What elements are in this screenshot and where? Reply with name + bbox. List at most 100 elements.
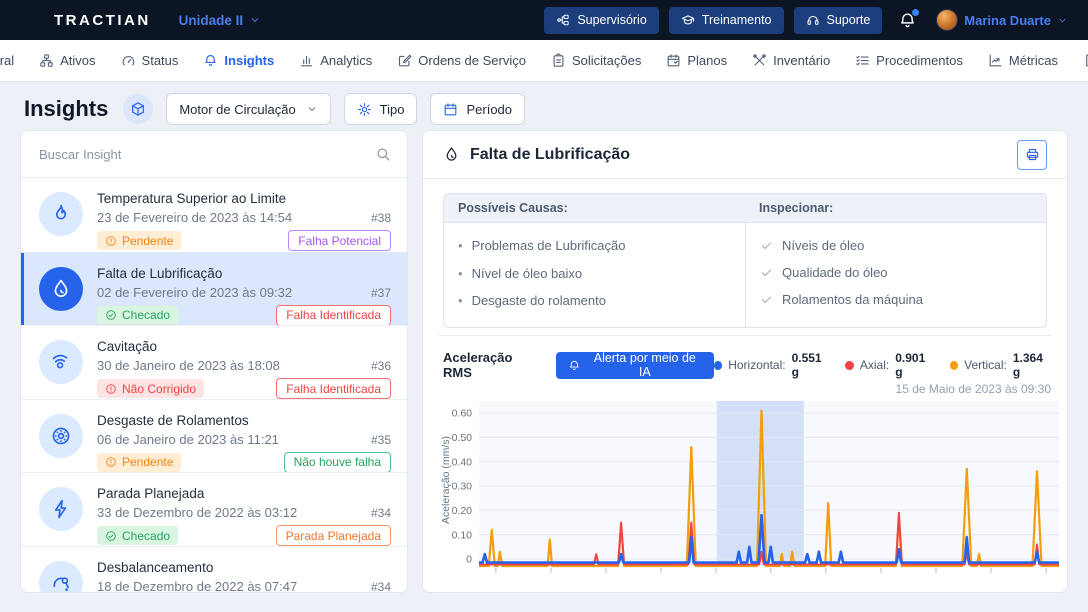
insight-type-icon <box>39 340 83 384</box>
insight-result-badge: Falha Identificada <box>276 378 391 399</box>
treinamento-button[interactable]: Treinamento <box>669 7 784 34</box>
status-label: Pendente <box>122 234 173 248</box>
cause-text: Desgaste do rolamento <box>472 293 606 308</box>
insight-number: #38 <box>371 211 391 225</box>
insight-date: 23 de Fevereiro de 2023 às 14:54 <box>97 210 292 225</box>
status-icon <box>105 235 117 247</box>
legend-value: 1.364 g <box>1013 351 1051 379</box>
insight-number: #34 <box>371 506 391 520</box>
insight-title: Parada Planejada <box>97 486 391 501</box>
topbar-button-label: Suporte <box>827 13 871 27</box>
ai-alert-button[interactable]: Alerta por meio de IA <box>556 352 714 379</box>
svg-text:0.60: 0.60 <box>452 408 473 420</box>
insight-search-row <box>21 131 407 178</box>
insight-item-cavitacao[interactable]: Cavitação 30 de Janeiro de 2023 às 18:08… <box>21 325 407 399</box>
tab-analytics[interactable]: Analytics <box>299 53 372 68</box>
calendar-icon <box>666 53 681 68</box>
tab-metricas[interactable]: Métricas <box>988 53 1058 68</box>
user-name: Marina Duarte <box>964 13 1051 28</box>
inspect-list: Níveis de óleo Qualidade do óleo Rolamen… <box>760 232 1032 313</box>
insight-item-desgaste-de-rolamentos[interactable]: Desgaste de Rolamentos 06 de Janeiro de … <box>21 399 407 473</box>
lightning-icon <box>50 498 72 520</box>
tractian-logo: TRACTIAN <box>54 12 151 29</box>
insight-body: Temperatura Superior ao Limite 23 de Fev… <box>97 191 391 251</box>
cavitation-icon <box>50 351 72 373</box>
unbalance-icon <box>50 572 72 594</box>
supervisorio-button[interactable]: Supervisório <box>544 7 658 34</box>
inspect-item: Níveis de óleo <box>760 232 1032 259</box>
tab-procedimentos[interactable]: Procedimentos <box>855 53 963 68</box>
tab-label: Ordens de Serviço <box>418 53 526 68</box>
insight-detail-card: Falta de Lubrificação Possíveis Causas: … <box>422 130 1068 593</box>
cube-icon <box>130 101 146 117</box>
legend-value: 0.551 g <box>792 351 830 379</box>
insight-item-parada-planejada[interactable]: Parada Planejada 33 de Dezembro de 2022 … <box>21 472 407 546</box>
tab-label: Métricas <box>1009 53 1058 68</box>
tab-label: Status <box>142 53 179 68</box>
print-button[interactable] <box>1017 140 1047 170</box>
asset-filter-label: Motor de Circulação <box>179 102 295 117</box>
search-icon[interactable] <box>375 146 391 162</box>
legend-horizontal: Horizontal: 0.551 g <box>714 351 830 379</box>
status-label: Pendente <box>122 455 173 469</box>
chart-title: Aceleração RMS <box>443 350 542 380</box>
cause-item: • Problemas de Lubrificação <box>458 232 731 260</box>
insight-item-desbalanceamento[interactable]: Desbalanceamento 18 de Dezembro de 2022 … <box>21 546 407 594</box>
legend-name: Horizontal: <box>728 358 785 372</box>
suporte-button[interactable]: Suporte <box>794 7 883 34</box>
inspect-text: Níveis de óleo <box>782 238 864 253</box>
insight-item-temperatura-superior-ao-limite[interactable]: Temperatura Superior ao Limite 23 de Fev… <box>21 178 407 252</box>
tab-label: Solicitações <box>572 53 641 68</box>
status-icon <box>105 530 117 542</box>
unit-selector[interactable]: Unidade II <box>179 13 262 28</box>
tab-status[interactable]: Status <box>121 53 179 68</box>
insight-number: #35 <box>371 433 391 447</box>
tab-visao-geral[interactable]: Visão Geral <box>0 53 14 68</box>
tab-solicitacoes[interactable]: Solicitações <box>551 53 641 68</box>
causes-table-header: Possíveis Causas: Inspecionar: <box>444 194 1046 223</box>
legend-dot <box>845 361 854 370</box>
insight-type-icon <box>39 267 83 311</box>
clipboard-icon <box>551 53 566 68</box>
section-divider <box>439 335 1051 336</box>
app-screen: TRACTIAN Unidade II Supervisório Treinam… <box>0 0 1088 612</box>
rms-acceleration-chart: 00.100.200.300.400.500.60Aceleração (mm/… <box>439 399 1063 579</box>
tab-ordens-de-servico[interactable]: Ordens de Serviço <box>397 53 526 68</box>
notifications-bell-icon[interactable] <box>898 11 917 30</box>
tab-label: Inventário <box>773 53 830 68</box>
legend-name: Vertical: <box>964 358 1007 372</box>
asset-filter-dropdown[interactable]: Motor de Circulação <box>166 93 330 125</box>
asset-3d-button[interactable] <box>123 94 153 124</box>
tab-label: Planos <box>687 53 727 68</box>
inspect-item: Qualidade do óleo <box>760 259 1032 286</box>
tab-ativos[interactable]: Ativos <box>39 53 95 68</box>
insight-status-badge: Pendente <box>97 453 181 472</box>
tab-insights[interactable]: Insights <box>203 53 274 68</box>
period-filter-label: Período <box>466 102 512 117</box>
bullet-icon: • <box>458 293 463 309</box>
ai-alert-label: Alerta por meio de IA <box>588 351 702 379</box>
tab-planos[interactable]: Planos <box>666 53 727 68</box>
search-input[interactable] <box>37 146 367 163</box>
tab-inventario[interactable]: Inventário <box>752 53 830 68</box>
topbar-right: Supervisório Treinamento Suporte Marina … <box>544 7 1068 34</box>
user-menu[interactable]: Marina Duarte <box>936 9 1068 31</box>
gear-icon <box>357 102 372 117</box>
insight-title: Desbalanceamento <box>97 560 391 575</box>
edit-icon <box>397 53 412 68</box>
status-icon <box>105 309 117 321</box>
type-filter-button[interactable]: Tipo <box>344 93 418 125</box>
inspect-text: Qualidade do óleo <box>782 265 888 280</box>
tools-icon <box>752 53 767 68</box>
detail-title: Falta de Lubrificação <box>470 146 630 164</box>
legend-axial: Axial: 0.901 g <box>845 351 933 379</box>
insight-item-falta-de-lubrificacao[interactable]: Falta de Lubrificação 02 de Fevereiro de… <box>21 252 407 326</box>
chevron-down-icon <box>306 103 318 115</box>
insight-body: Desbalanceamento 18 de Dezembro de 2022 … <box>97 560 391 594</box>
gauge-icon <box>121 53 136 68</box>
tab-relatorios[interactable]: Relatórios <box>1083 53 1088 68</box>
period-filter-button[interactable]: Período <box>430 93 525 125</box>
status-label: Não Corrigido <box>122 382 196 396</box>
insight-type-icon <box>39 561 83 594</box>
causes-header: Possíveis Causas: <box>444 194 745 222</box>
